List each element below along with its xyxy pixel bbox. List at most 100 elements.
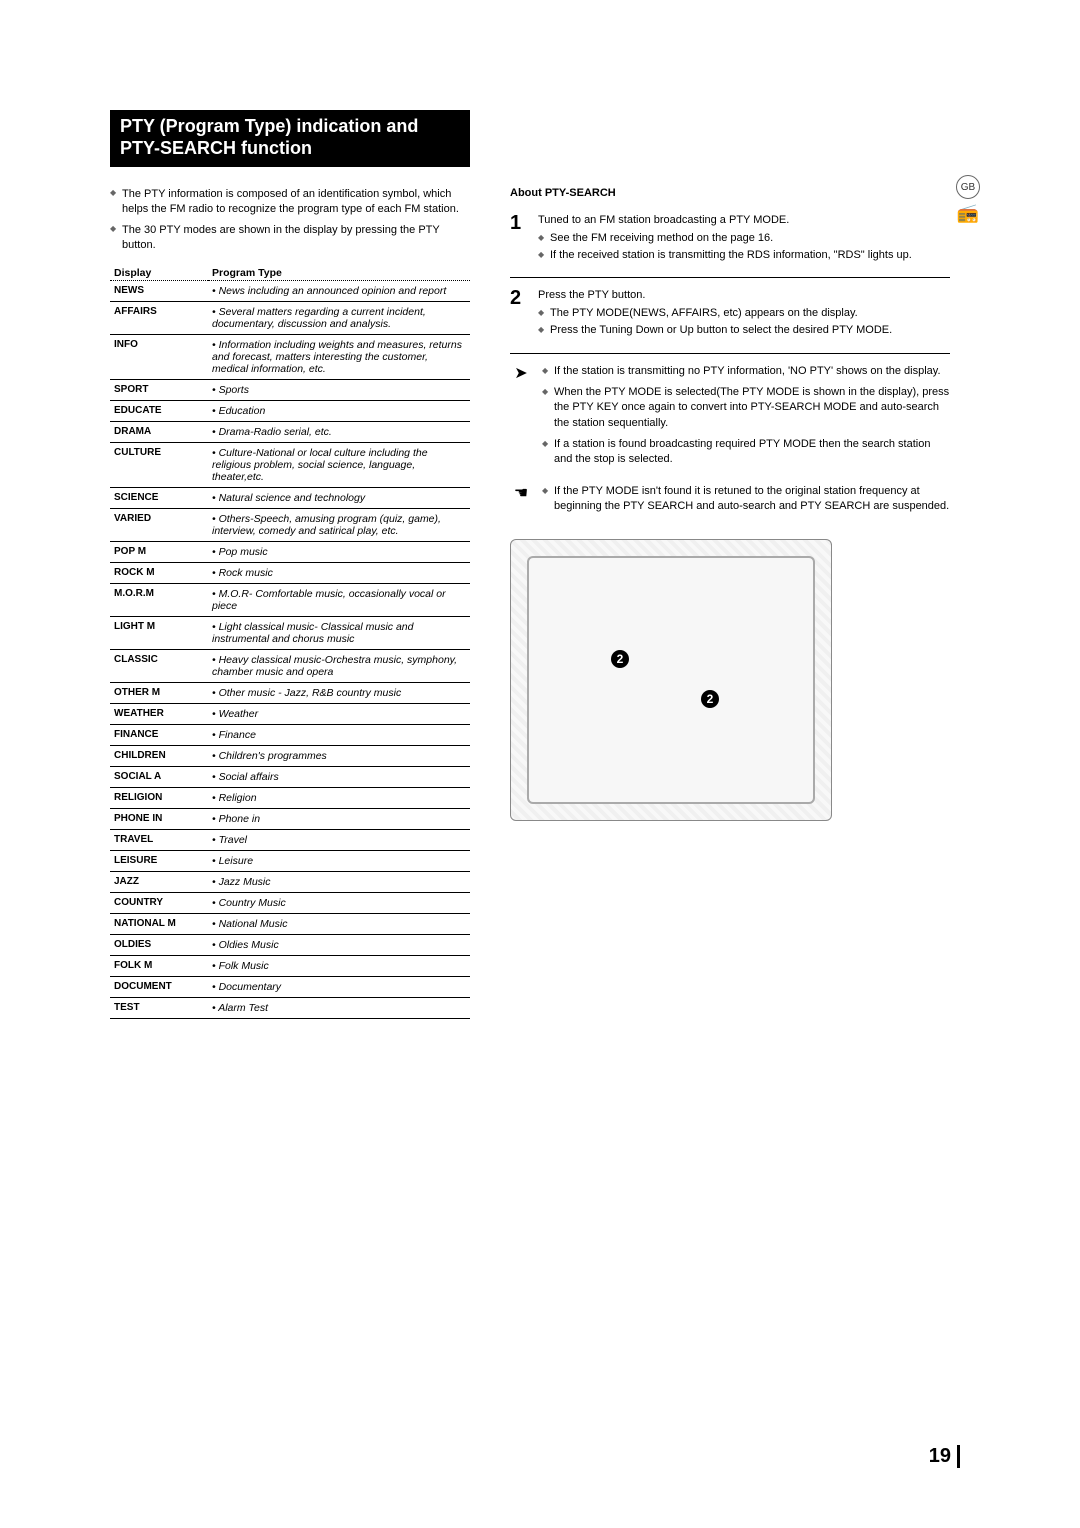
device-illustration: 2 2 (510, 539, 832, 821)
hand-icon: ☚ (510, 486, 532, 502)
display-cell: LEISURE (110, 850, 208, 871)
table-row: NEWS• News including an announced opinio… (110, 280, 470, 301)
table-row: CULTURE• Culture-National or local cultu… (110, 442, 470, 487)
table-row: SCIENCE• Natural science and technology (110, 487, 470, 508)
arrow-icon: ➤ (510, 366, 532, 382)
desc-cell: • M.O.R- Comfortable music, occasionally… (208, 583, 470, 616)
desc-cell: • Religion (208, 787, 470, 808)
desc-cell: • Others-Speech, amusing program (quiz, … (208, 508, 470, 541)
th-type: Program Type (208, 265, 470, 281)
display-cell: JAZZ (110, 871, 208, 892)
table-row: COUNTRY• Country Music (110, 892, 470, 913)
divider (510, 277, 950, 278)
table-row: JAZZ• Jazz Music (110, 871, 470, 892)
table-row: SOCIAL A• Social affairs (110, 766, 470, 787)
step-body: Tuned to an FM station broadcasting a PT… (538, 213, 912, 265)
device-panel (527, 556, 815, 804)
step: 2Press the PTY button.The PTY MODE(NEWS,… (510, 288, 950, 340)
desc-cell: • Several matters regarding a current in… (208, 301, 470, 334)
desc-cell: • Social affairs (208, 766, 470, 787)
note-arrow: ➤ If the station is transmitting no PTY … (510, 364, 950, 474)
note-item: If a station is found broadcasting requi… (542, 437, 950, 468)
display-cell: ROCK M (110, 562, 208, 583)
display-cell: SPORT (110, 379, 208, 400)
table-row: DOCUMENT• Documentary (110, 976, 470, 997)
table-row: SPORT• Sports (110, 379, 470, 400)
radio-icon: 📻 (956, 203, 980, 224)
step-number: 1 (510, 213, 528, 265)
desc-cell: • Jazz Music (208, 871, 470, 892)
step-sub-item: If the received station is transmitting … (538, 248, 912, 263)
desc-cell: • Heavy classical music-Orchestra music,… (208, 649, 470, 682)
step-sub-item: See the FM receiving method on the page … (538, 231, 912, 246)
table-row: WEATHER• Weather (110, 703, 470, 724)
desc-cell: • Rock music (208, 562, 470, 583)
desc-cell: • Travel (208, 829, 470, 850)
desc-cell: • Finance (208, 724, 470, 745)
display-cell: OLDIES (110, 934, 208, 955)
display-cell: LIGHT M (110, 616, 208, 649)
display-cell: TRAVEL (110, 829, 208, 850)
divider (510, 353, 950, 354)
table-row: LEISURE• Leisure (110, 850, 470, 871)
table-row: DRAMA• Drama-Radio serial, etc. (110, 421, 470, 442)
intro-item: The PTY information is composed of an id… (110, 187, 470, 217)
note-item: If the station is transmitting no PTY in… (542, 364, 950, 379)
table-row: AFFAIRS• Several matters regarding a cur… (110, 301, 470, 334)
table-row: OLDIES• Oldies Music (110, 934, 470, 955)
table-row: FOLK M• Folk Music (110, 955, 470, 976)
display-cell: CHILDREN (110, 745, 208, 766)
display-cell: CULTURE (110, 442, 208, 487)
display-cell: SOCIAL A (110, 766, 208, 787)
page-title: PTY (Program Type) indication and PTY-SE… (110, 110, 470, 167)
display-cell: INFO (110, 334, 208, 379)
callout-badge: 2 (611, 650, 629, 668)
table-row: PHONE IN• Phone in (110, 808, 470, 829)
display-cell: SCIENCE (110, 487, 208, 508)
table-row: TEST• Alarm Test (110, 997, 470, 1018)
desc-cell: • Culture-National or local culture incl… (208, 442, 470, 487)
display-cell: COUNTRY (110, 892, 208, 913)
table-row: M.O.R.M• M.O.R- Comfortable music, occas… (110, 583, 470, 616)
display-cell: POP M (110, 541, 208, 562)
desc-cell: • Information including weights and meas… (208, 334, 470, 379)
display-cell: WEATHER (110, 703, 208, 724)
display-cell: FINANCE (110, 724, 208, 745)
desc-cell: • Light classical music- Classical music… (208, 616, 470, 649)
desc-cell: • Country Music (208, 892, 470, 913)
display-cell: CLASSIC (110, 649, 208, 682)
desc-cell: • Other music - Jazz, R&B country music (208, 682, 470, 703)
display-cell: EDUCATE (110, 400, 208, 421)
table-row: ROCK M• Rock music (110, 562, 470, 583)
desc-cell: • Alarm Test (208, 997, 470, 1018)
step-sub-item: Press the Tuning Down or Up button to se… (538, 323, 892, 338)
display-cell: NEWS (110, 280, 208, 301)
page-number: 19 (929, 1445, 960, 1468)
display-cell: AFFAIRS (110, 301, 208, 334)
note-item: If the PTY MODE isn't found it is retune… (542, 484, 950, 515)
desc-cell: • Leisure (208, 850, 470, 871)
desc-cell: • Education (208, 400, 470, 421)
display-cell: PHONE IN (110, 808, 208, 829)
step-headline: Tuned to an FM station broadcasting a PT… (538, 213, 912, 228)
note-item: When the PTY MODE is selected(The PTY MO… (542, 385, 950, 431)
desc-cell: • News including an announced opinion an… (208, 280, 470, 301)
table-row: NATIONAL M• National Music (110, 913, 470, 934)
desc-cell: • Weather (208, 703, 470, 724)
table-row: VARIED• Others-Speech, amusing program (… (110, 508, 470, 541)
step-sub-item: The PTY MODE(NEWS, AFFAIRS, etc) appears… (538, 306, 892, 321)
desc-cell: • Documentary (208, 976, 470, 997)
desc-cell: • Folk Music (208, 955, 470, 976)
th-display: Display (110, 265, 208, 281)
step: 1 Tuned to an FM station broadcasting a P… (510, 213, 950, 265)
table-row: EDUCATE• Education (110, 400, 470, 421)
display-cell: RELIGION (110, 787, 208, 808)
display-cell: OTHER M (110, 682, 208, 703)
region-code: GB (956, 175, 980, 199)
display-cell: TEST (110, 997, 208, 1018)
table-row: OTHER M• Other music - Jazz, R&B country… (110, 682, 470, 703)
region-badge: GB 📻 (956, 175, 980, 224)
desc-cell: • Children's programmes (208, 745, 470, 766)
display-cell: DOCUMENT (110, 976, 208, 997)
right-column: About PTY-SEARCH 1Tuned to an FM station… (510, 187, 950, 1018)
